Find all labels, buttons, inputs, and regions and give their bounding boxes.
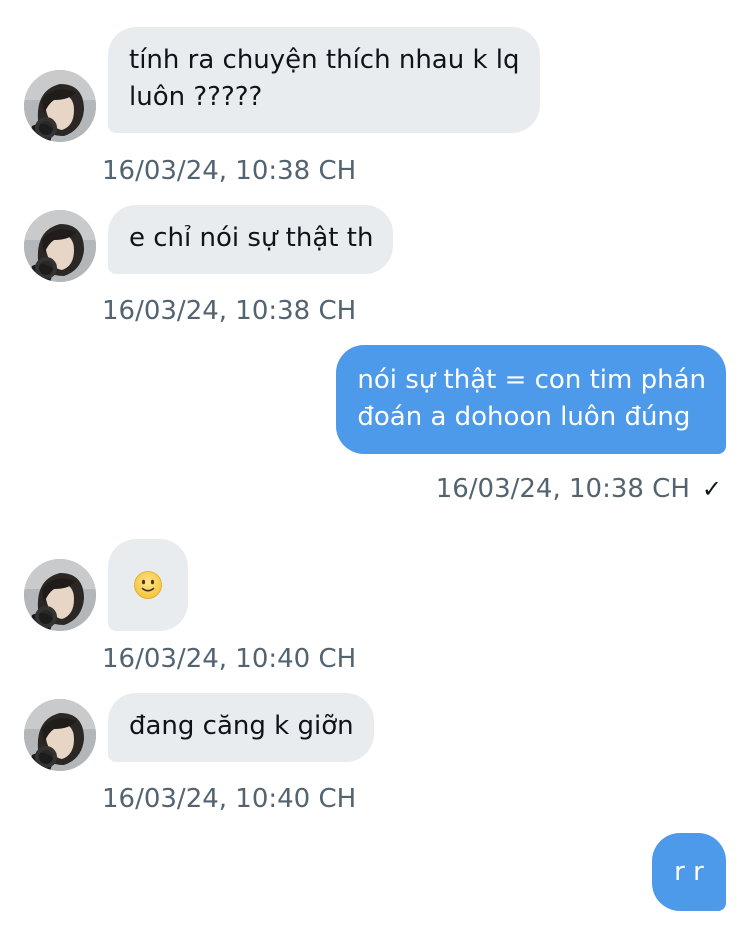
incoming-message-bubble[interactable]: đang căng k giỡn: [108, 693, 374, 762]
message-timestamp: 16/03/24, 10:40 CH: [102, 644, 357, 674]
outgoing-message-bubble[interactable]: nói sự thật = con tim phán đoán a dohoon…: [336, 345, 726, 454]
avatar-image: [24, 559, 96, 631]
avatar-image: [24, 70, 96, 142]
contact-avatar[interactable]: [24, 70, 96, 142]
incoming-message-bubble[interactable]: tính ra chuyện thích nhau k lq luôn ????…: [108, 27, 540, 133]
checkmark-icon: ✓: [701, 475, 722, 503]
slightly-smiling-face-icon: [134, 571, 162, 599]
incoming-message-bubble[interactable]: e chỉ nói sự thật th: [108, 205, 394, 274]
message-timestamp: 16/03/24, 10:38 CH: [435, 474, 690, 504]
contact-avatar[interactable]: [24, 559, 96, 631]
contact-avatar[interactable]: [24, 210, 96, 282]
incoming-emoji-bubble[interactable]: [108, 539, 188, 631]
message-timestamp: 16/03/24, 10:38 CH: [102, 156, 357, 186]
outgoing-timestamp-row: 16/03/24, 10:38 CH ✓: [436, 473, 722, 505]
avatar-image: [24, 699, 96, 771]
outgoing-message-bubble[interactable]: r r: [652, 833, 726, 911]
message-timestamp: 16/03/24, 10:40 CH: [102, 784, 357, 814]
message-timestamp: 16/03/24, 10:38 CH: [102, 296, 357, 326]
avatar-image: [24, 210, 96, 282]
contact-avatar[interactable]: [24, 699, 96, 771]
